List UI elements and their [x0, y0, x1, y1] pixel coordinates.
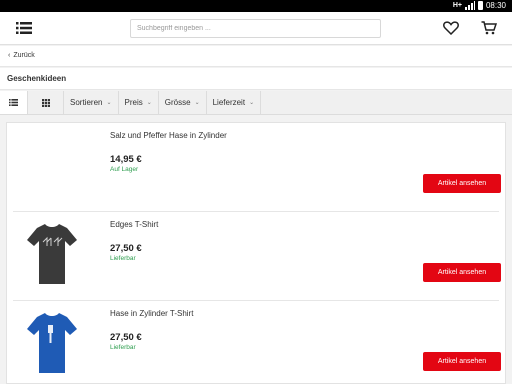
tshirt-image[interactable]	[15, 218, 89, 294]
grid-view-button[interactable]	[28, 91, 64, 114]
view-product-button[interactable]: Artikel ansehen	[423, 174, 501, 193]
product-price: 14,95 €	[110, 154, 142, 165]
product-item[interactable]: Salz und Pfeffer Hase in Zylinder 14,95 …	[7, 123, 505, 211]
product-name[interactable]: Edges T-Shirt	[110, 220, 158, 229]
chevron-down-icon: ⌄	[249, 100, 255, 106]
availability-status: Lieferbar	[110, 344, 136, 351]
status-bar: H+ 08:30	[0, 0, 512, 12]
filter-sort[interactable]: Sortieren ⌄	[64, 91, 119, 114]
signal-icon	[464, 1, 475, 10]
network-indicator: H+	[452, 2, 462, 9]
view-product-button[interactable]: Artikel ansehen	[423, 263, 501, 282]
product-name[interactable]: Salz und Pfeffer Hase in Zylinder	[110, 131, 227, 140]
menu-icon[interactable]	[16, 21, 32, 35]
wishlist-heart-icon[interactable]	[443, 21, 459, 36]
battery-icon	[477, 1, 483, 10]
chevron-down-icon: ⌄	[194, 100, 200, 106]
filter-label: Lieferzeit	[212, 98, 246, 107]
chevron-down-icon: ⌄	[106, 100, 112, 106]
filter-label: Preis	[124, 98, 143, 107]
product-image[interactable]	[15, 129, 89, 205]
filter-delivery-time[interactable]: Lieferzeit ⌄	[207, 91, 262, 114]
chevron-down-icon: ⌄	[146, 100, 152, 106]
back-label: Zurück	[13, 52, 35, 59]
search-input[interactable]	[130, 19, 381, 38]
cart-icon[interactable]	[481, 21, 498, 35]
back-link[interactable]: ‹ Zurück	[8, 52, 35, 59]
product-list: Salz und Pfeffer Hase in Zylinder 14,95 …	[6, 122, 506, 384]
availability-status: Lieferbar	[110, 255, 136, 262]
product-item[interactable]: Edges T-Shirt 27,50 € Lieferbar Artikel …	[7, 212, 505, 300]
back-bar: ‹ Zurück	[0, 46, 512, 67]
top-bar	[0, 12, 512, 45]
view-product-button[interactable]: Artikel ansehen	[423, 352, 501, 371]
product-item[interactable]: Hase in Zylinder T-Shirt 27,50 € Lieferb…	[7, 301, 505, 384]
list-view-button[interactable]	[0, 91, 28, 114]
page-title: Geschenkideen	[0, 68, 512, 90]
product-price: 27,50 €	[110, 332, 142, 343]
filter-size[interactable]: Grösse ⌄	[159, 91, 207, 114]
availability-status: Auf Lager	[110, 166, 139, 173]
product-name[interactable]: Hase in Zylinder T-Shirt	[110, 309, 193, 318]
filter-label: Grösse	[164, 98, 191, 107]
grid-view-icon	[41, 98, 50, 107]
clock: 08:30	[485, 1, 506, 10]
product-price: 27,50 €	[110, 243, 142, 254]
filter-label: Sortieren	[70, 98, 103, 107]
filter-price[interactable]: Preis ⌄	[119, 91, 159, 114]
chevron-left-icon: ‹	[8, 52, 11, 59]
list-view-icon	[9, 99, 18, 106]
filter-bar: Sortieren ⌄ Preis ⌄ Grösse ⌄ Lieferzeit …	[0, 91, 512, 115]
tshirt-image[interactable]	[15, 307, 89, 383]
